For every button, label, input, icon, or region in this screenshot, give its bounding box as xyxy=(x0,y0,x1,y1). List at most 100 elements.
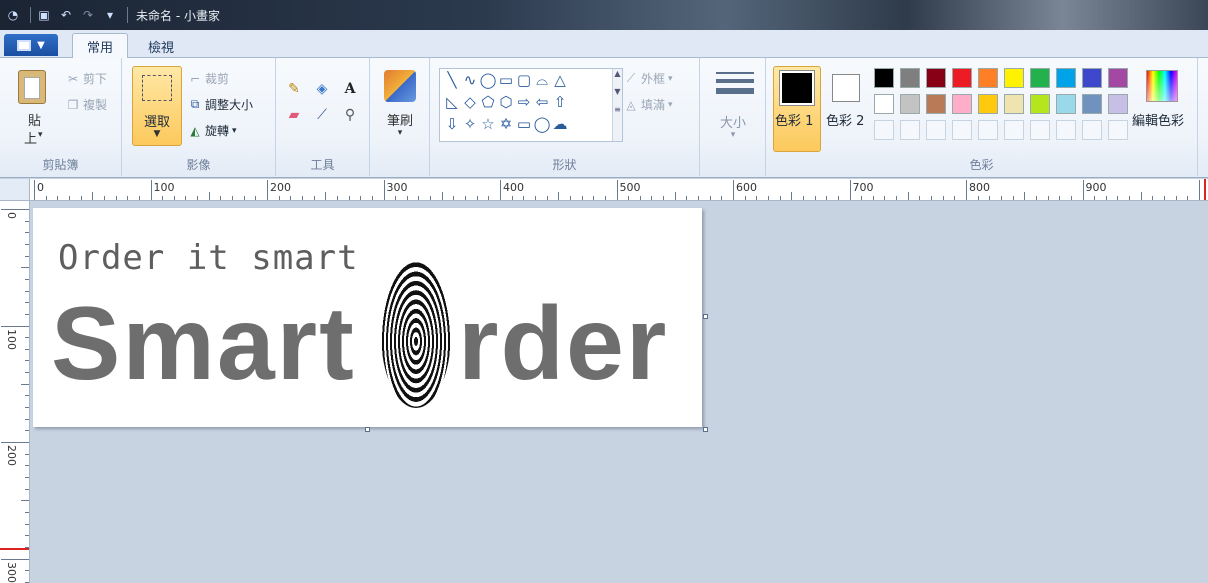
tab-view[interactable]: 檢視 xyxy=(134,33,188,59)
divider xyxy=(127,7,128,23)
text-icon[interactable]: A xyxy=(338,78,362,100)
resize-handle-bottom[interactable] xyxy=(365,427,370,432)
ruler-label: 200 xyxy=(270,181,291,194)
palette-swatch[interactable] xyxy=(1056,120,1076,140)
triangle-shape-icon[interactable]: △ xyxy=(552,71,568,89)
palette-swatch[interactable] xyxy=(1030,94,1050,114)
palette-swatch[interactable] xyxy=(1030,68,1050,88)
ruler-tick xyxy=(558,192,560,200)
app-icon[interactable]: ◔ xyxy=(4,6,22,24)
palette-swatch[interactable] xyxy=(874,68,894,88)
palette-swatch[interactable] xyxy=(1004,68,1024,88)
palette-swatch[interactable] xyxy=(1056,68,1076,88)
palette-swatch[interactable] xyxy=(1030,120,1050,140)
palette-swatch[interactable] xyxy=(900,120,920,140)
color-2-button[interactable] xyxy=(828,66,864,152)
palette-swatch[interactable] xyxy=(874,120,894,140)
right-triangle-shape-icon[interactable]: ◺ xyxy=(444,93,460,111)
ruler-tick xyxy=(476,196,478,200)
cloud-callout-shape-icon[interactable]: ☁ xyxy=(552,115,568,133)
drawing-canvas[interactable]: Order it smart Smart rder xyxy=(33,208,702,427)
ruler-tick xyxy=(243,196,245,200)
right-arrow-shape-icon[interactable]: ⇨ xyxy=(516,93,532,111)
fill-button[interactable]: ◬ 填滿 ▾ xyxy=(624,96,672,113)
shapes-scrollbar[interactable]: ▲ ▼ ≡ xyxy=(612,69,622,141)
size-button[interactable]: 大小 ▾ xyxy=(706,64,760,150)
palette-swatch[interactable] xyxy=(926,120,946,140)
ruler-tick xyxy=(138,196,140,200)
customize-quick-access-icon[interactable]: ▾ xyxy=(101,6,119,24)
palette-swatch[interactable] xyxy=(952,94,972,114)
four-point-star-shape-icon[interactable]: ✧ xyxy=(462,115,478,133)
palette-swatch[interactable] xyxy=(978,94,998,114)
ruler-tick xyxy=(185,196,187,200)
palette-swatch[interactable] xyxy=(1082,94,1102,114)
rotate-icon: ◭ xyxy=(190,123,200,138)
rounded-rectangle-shape-icon[interactable]: ▢ xyxy=(516,71,532,89)
palette-swatch[interactable] xyxy=(1082,68,1102,88)
paint-menu-button[interactable]: ▼ xyxy=(4,34,58,56)
paste-button[interactable]: 貼 上 ▾ xyxy=(10,64,50,148)
outline-button[interactable]: ⟋ 外框 ▾ xyxy=(624,70,673,87)
palette-swatch[interactable] xyxy=(952,120,972,140)
diamond-shape-icon[interactable]: ◇ xyxy=(462,93,478,111)
eraser-icon[interactable]: ▰ xyxy=(282,104,306,126)
rectangle-shape-icon[interactable]: ▭ xyxy=(498,71,514,89)
fill-bucket-icon[interactable]: ◈ xyxy=(310,78,334,100)
ruler-tick xyxy=(907,192,909,200)
palette-swatch[interactable] xyxy=(900,68,920,88)
ruler-tick xyxy=(616,180,618,200)
resize-handle-corner[interactable] xyxy=(703,427,708,432)
palette-swatch[interactable] xyxy=(1082,120,1102,140)
palette-swatch[interactable] xyxy=(1004,120,1024,140)
pencil-icon[interactable]: ✎ xyxy=(282,78,306,100)
save-icon[interactable]: ▣ xyxy=(35,6,53,24)
palette-swatch[interactable] xyxy=(926,94,946,114)
palette-swatch[interactable] xyxy=(926,68,946,88)
six-point-star-shape-icon[interactable]: ✡ xyxy=(498,115,514,133)
resize-handle-right[interactable] xyxy=(703,314,708,319)
palette-swatch[interactable] xyxy=(1108,120,1128,140)
palette-swatch[interactable] xyxy=(874,94,894,114)
palette-swatch[interactable] xyxy=(900,94,920,114)
edit-colors-button[interactable]: 編輯色彩 xyxy=(1132,66,1194,146)
resize-button[interactable]: ⧉ 調整大小 xyxy=(188,96,253,113)
up-arrow-shape-icon[interactable]: ⇧ xyxy=(552,93,568,111)
oval-shape-icon[interactable]: ◯ xyxy=(480,71,497,89)
ruler-tick xyxy=(1,325,29,327)
magnifier-icon[interactable]: ⚲ xyxy=(338,104,362,126)
hexagon-shape-icon[interactable]: ⬡ xyxy=(498,93,514,111)
undo-icon[interactable]: ↶ xyxy=(57,6,75,24)
palette-swatch[interactable] xyxy=(1108,94,1128,114)
down-arrow-shape-icon[interactable]: ⇩ xyxy=(444,115,460,133)
ruler-tick xyxy=(1105,196,1107,200)
redo-icon[interactable]: ↷ xyxy=(79,6,97,24)
palette-swatch[interactable] xyxy=(1056,94,1076,114)
cut-button[interactable]: ✂ 剪下 xyxy=(66,70,107,87)
left-arrow-shape-icon[interactable]: ⇦ xyxy=(534,93,550,111)
polygon-shape-icon[interactable]: ⌓ xyxy=(534,71,550,89)
ruler-tick xyxy=(25,395,29,397)
palette-swatch[interactable] xyxy=(1108,68,1128,88)
ruler-tick xyxy=(1012,196,1014,200)
ruler-tick xyxy=(21,500,29,502)
oval-callout-shape-icon[interactable]: ◯ xyxy=(534,115,551,133)
tab-home[interactable]: 常用 xyxy=(72,33,129,59)
palette-swatch[interactable] xyxy=(978,68,998,88)
brushes-button[interactable]: 筆刷 ▾ xyxy=(378,66,422,150)
canvas-workspace[interactable]: Order it smart Smart rder xyxy=(30,201,1208,583)
palette-swatch[interactable] xyxy=(952,68,972,88)
select-button[interactable]: 選取 ▼ xyxy=(132,66,182,146)
five-point-star-shape-icon[interactable]: ☆ xyxy=(480,115,496,133)
palette-swatch[interactable] xyxy=(978,120,998,140)
color-picker-icon[interactable]: ⟋ xyxy=(310,104,334,126)
palette-swatch[interactable] xyxy=(1004,94,1024,114)
color-1-button[interactable] xyxy=(773,66,821,152)
line-shape-icon[interactable]: ╲ xyxy=(444,71,460,89)
curve-shape-icon[interactable]: ∿ xyxy=(462,71,478,89)
rotate-button[interactable]: ◭ 旋轉 ▾ xyxy=(188,122,236,139)
crop-button[interactable]: ⌐ 裁剪 xyxy=(188,70,229,87)
pentagon-shape-icon[interactable]: ⬠ xyxy=(480,93,496,111)
rounded-callout-shape-icon[interactable]: ▭ xyxy=(516,115,532,133)
copy-button[interactable]: ❐ 複製 xyxy=(66,96,107,113)
